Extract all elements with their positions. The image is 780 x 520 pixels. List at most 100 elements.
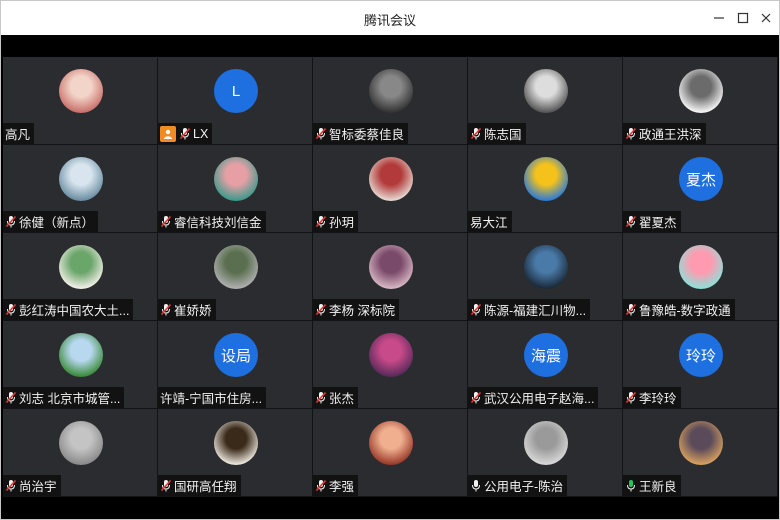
nameplate: 尚治宇 [3,475,61,496]
mic-muted-icon [160,303,172,316]
meeting-window: 腾讯会议 高凡 L LX 智标委蔡佳良 陈志国 政通王洪深徐健（新点） 睿信科技刘信金 孙玥 易… [0,0,780,520]
participant-name: 张杰 [329,392,355,406]
close-icon [761,13,771,23]
mic-muted-icon [470,127,482,140]
avatar [369,333,413,377]
nameplate: 陈源-福建汇川物... [468,299,591,320]
participant-name: 陈源-福建汇川物... [484,304,587,318]
nameplate: 彭红涛中国农大土... [3,299,134,320]
participant-tile[interactable]: 徐健（新点） [3,145,158,233]
mic-icon [470,479,482,492]
nameplate: 孙玥 [313,211,359,232]
top-black-bar [3,35,777,57]
participant-tile[interactable]: 崔娇娇 [158,233,313,321]
mic-active-icon [625,479,637,492]
avatar [679,421,723,465]
avatar [369,69,413,113]
participant-tile[interactable]: 易大江 [468,145,623,233]
avatar-initials: 设局 [220,347,251,365]
mic-muted-icon [625,391,637,404]
participant-tile[interactable]: 玲玲李玲玲 [623,321,778,409]
nameplate: 政通王洪深 [623,123,706,144]
participant-tile[interactable]: 高凡 [3,57,158,145]
nameplate: 刘志 北京市城管... [3,387,125,408]
avatar [59,157,103,201]
participant-tile[interactable]: 睿信科技刘信金 [158,145,313,233]
avatar [369,157,413,201]
participant-name: 睿信科技刘信金 [174,216,262,230]
participant-name: 李强 [329,480,355,494]
nameplate: 高凡 [3,123,35,144]
title-bar: 腾讯会议 [1,1,779,35]
mic-muted-icon [5,303,17,316]
mic-muted-icon [160,479,172,492]
text-avatar: 玲玲 [679,333,723,377]
mic-muted-icon [470,303,482,316]
mic-muted-icon [160,215,172,228]
participant-name: 武汉公用电子赵海... [484,392,595,406]
participant-name: 崔娇娇 [174,304,212,318]
text-avatar: L [214,69,258,113]
minimize-button[interactable] [709,8,729,28]
participant-tile[interactable]: 国研高任翔 [158,409,313,497]
participant-tile[interactable]: 李杨 深标院 [313,233,468,321]
maximize-button[interactable] [733,8,753,28]
minimize-icon [714,17,724,19]
participant-tile[interactable]: 彭红涛中国农大土... [3,233,158,321]
avatar-initials: 海震 [530,347,561,365]
nameplate: 易大江 [468,211,512,232]
participant-name: LX [193,126,209,141]
avatar [679,245,723,289]
nameplate: LX [158,123,213,144]
avatar [369,245,413,289]
close-button[interactable] [756,8,776,28]
participant-name: 彭红涛中国农大土... [19,304,130,318]
participant-name: 陈志国 [484,128,522,142]
participant-tile[interactable]: 张杰 [313,321,468,409]
participant-name: 许靖-宁国市住房... [160,392,263,406]
nameplate: 王新良 [623,475,681,496]
participant-name: 智标委蔡佳良 [329,128,405,142]
nameplate: 智标委蔡佳良 [313,123,409,144]
nameplate: 徐健（新点） [3,211,99,232]
participant-tile[interactable]: 智标委蔡佳良 [313,57,468,145]
avatar [524,245,568,289]
mic-muted-icon [179,127,191,140]
participant-tile[interactable]: L LX [158,57,313,145]
nameplate: 张杰 [313,387,359,408]
mic-muted-icon [5,215,17,228]
mic-muted-icon [315,303,327,316]
participant-tile[interactable]: 尚治宇 [3,409,158,497]
participant-tile[interactable]: 王新良 [623,409,778,497]
participant-name: 孙玥 [329,216,355,230]
participant-tile[interactable]: 海震武汉公用电子赵海... [468,321,623,409]
participant-name: 刘志 北京市城管... [19,392,121,406]
nameplate: 翟夏杰 [623,211,681,232]
mic-muted-icon [315,479,327,492]
participant-name: 易大江 [470,216,508,230]
avatar-initials: 夏杰 [685,171,716,189]
participant-tile[interactable]: 鲁豫皓-数字政通 [623,233,778,321]
participant-name: 李玲玲 [639,392,677,406]
host-icon [160,125,176,142]
nameplate: 鲁豫皓-数字政通 [623,299,735,320]
participant-tile[interactable]: 政通王洪深 [623,57,778,145]
nameplate: 李玲玲 [623,387,681,408]
participant-name: 翟夏杰 [639,216,677,230]
participant-name: 高凡 [5,128,31,142]
participant-tile[interactable]: 陈志国 [468,57,623,145]
mic-muted-icon [625,215,637,228]
participant-tile[interactable]: 夏杰翟夏杰 [623,145,778,233]
participant-tile[interactable]: 孙玥 [313,145,468,233]
participant-tile[interactable]: 公用电子-陈治 [468,409,623,497]
participant-tile[interactable]: 设局许靖-宁国市住房... [158,321,313,409]
participant-tile[interactable]: 李强 [313,409,468,497]
participant-tile[interactable]: 刘志 北京市城管... [3,321,158,409]
avatar [59,333,103,377]
mic-muted-icon [5,479,17,492]
participant-name: 王新良 [639,480,677,494]
avatar [524,157,568,201]
nameplate: 李强 [313,475,359,496]
text-avatar: 海震 [524,333,568,377]
participant-tile[interactable]: 陈源-福建汇川物... [468,233,623,321]
